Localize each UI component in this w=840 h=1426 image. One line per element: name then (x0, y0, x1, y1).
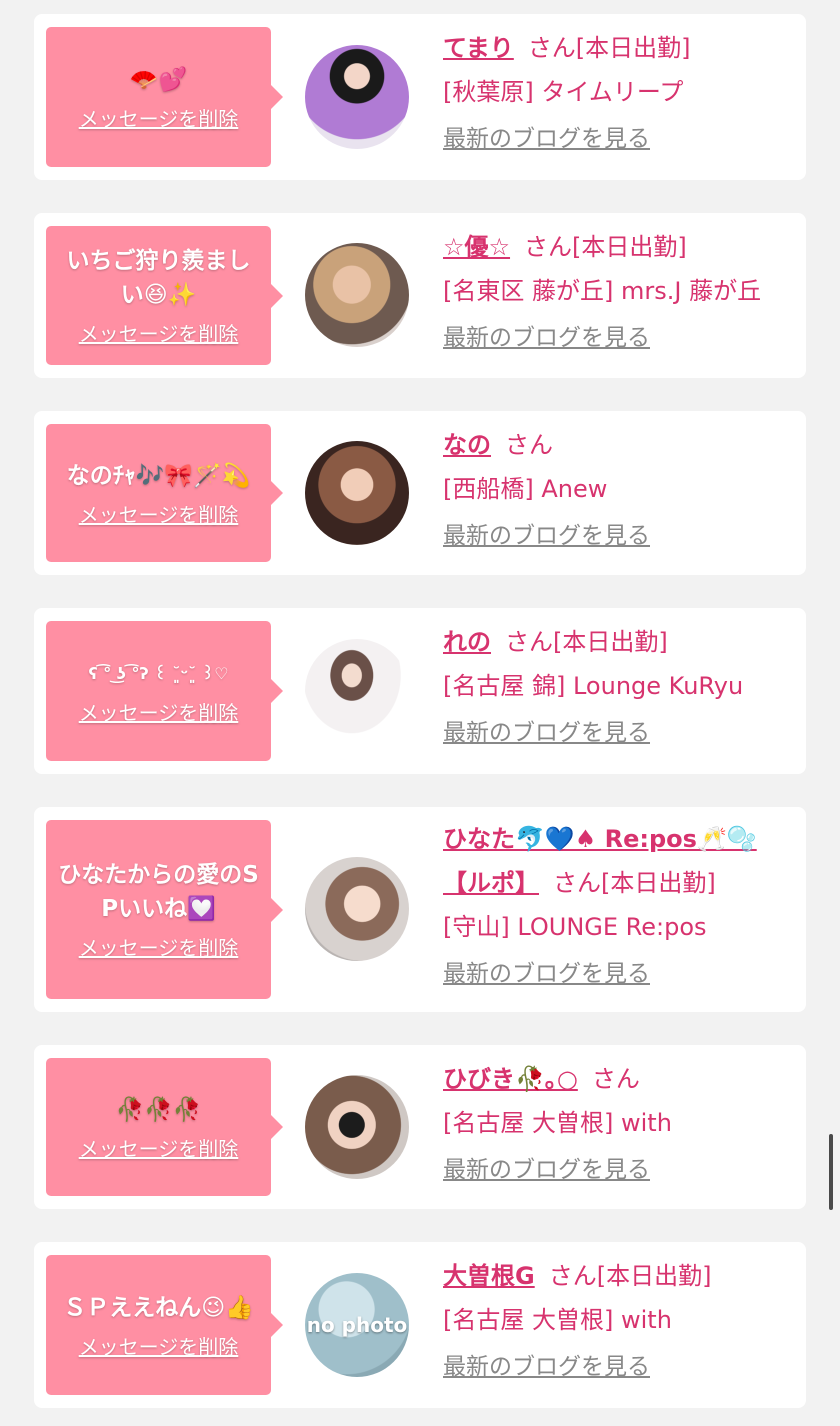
delete-message-link[interactable]: メッセージを削除 (79, 318, 239, 347)
cast-name-link[interactable]: れの (443, 628, 491, 656)
cast-name-link[interactable]: てまり (443, 34, 514, 62)
cast-info: れの さん[本日出勤] [名古屋 錦] Lounge KuRyu 最新のブログを見… (443, 620, 798, 748)
message-text: ＳＰええねん😉👍 (63, 1294, 254, 1321)
cast-name-link[interactable]: ☆優☆ (443, 233, 510, 261)
message-card: 🪭💕 メッセージを削除 てまり さん[本日出勤] [秋葉原] タイムリープ 最新の… (34, 14, 806, 180)
message-card: いちご狩り羨ましい😆✨ メッセージを削除 ☆優☆ さん[本日出勤] [名東区 藤が… (34, 213, 806, 378)
scrollbar[interactable] (829, 1134, 833, 1210)
message-text: なのﾁｬ🎶🎀🪄💫 (66, 462, 251, 489)
shop-label: [名東区 藤が丘] mrs.J 藤が丘 (443, 277, 762, 305)
message-text: 🥀🥀🥀 (115, 1096, 202, 1123)
cast-info: てまり さん[本日出勤] [秋葉原] タイムリープ 最新のブログを見る (443, 26, 798, 154)
cast-info: ひなた🐬💙♠ Re:pos🥂🫧【ルポ】 さん[本日出勤] [守山] LOUNGE … (443, 817, 798, 989)
latest-blog-link[interactable]: 最新のブログを見る (443, 521, 798, 551)
avatar[interactable] (305, 441, 409, 545)
shop-label: [名古屋 錦] Lounge KuRyu (443, 672, 744, 700)
latest-blog-link[interactable]: 最新のブログを見る (443, 1155, 798, 1185)
cast-suffix: さん (505, 431, 553, 459)
cast-suffix: さん[本日出勤] (505, 628, 668, 656)
message-text: いちご狩り羨ましい😆✨ (66, 248, 251, 308)
shop-label: [名古屋 大曽根] with (443, 1109, 672, 1137)
cast-suffix: さん[本日出勤] (548, 1262, 712, 1290)
message-bubble: ＳＰええねん😉👍 メッセージを削除 (46, 1255, 283, 1395)
cast-suffix: さん[本日出勤] (524, 233, 687, 261)
message-text: ʕ ͡° ͜ʖ ͡°ʔ ꒰ ˘͈ᵕ˘͈ ꒱♡ (88, 663, 229, 683)
shop-label: [西船橋] Anew (443, 475, 608, 503)
message-bubble: 🥀🥀🥀 メッセージを削除 (46, 1058, 283, 1196)
latest-blog-link[interactable]: 最新のブログを見る (443, 323, 798, 353)
delete-message-link[interactable]: メッセージを削除 (79, 1133, 239, 1162)
avatar[interactable] (305, 639, 409, 743)
delete-message-link[interactable]: メッセージを削除 (79, 932, 239, 961)
shop-label: [名古屋 大曽根] with (443, 1306, 672, 1334)
message-bubble: いちご狩り羨ましい😆✨ メッセージを削除 (46, 226, 283, 365)
message-card: ＳＰええねん😉👍 メッセージを削除 no photo 大曽根G さん[本日出勤] … (34, 1242, 806, 1408)
message-bubble: なのﾁｬ🎶🎀🪄💫 メッセージを削除 (46, 424, 283, 562)
message-text: 🪭💕 (129, 66, 188, 93)
delete-message-link[interactable]: メッセージを削除 (79, 499, 239, 528)
cast-info: ☆優☆ さん[本日出勤] [名東区 藤が丘] mrs.J 藤が丘 最新のブログを見… (443, 225, 798, 353)
latest-blog-link[interactable]: 最新のブログを見る (443, 959, 798, 989)
avatar[interactable] (305, 45, 409, 149)
delete-message-link[interactable]: メッセージを削除 (79, 1331, 239, 1360)
avatar[interactable] (305, 1075, 409, 1179)
latest-blog-link[interactable]: 最新のブログを見る (443, 1352, 798, 1382)
message-text: ひなたからの愛のSPいいね💟 (58, 862, 259, 922)
avatar[interactable] (305, 857, 409, 961)
cast-info: なの さん [西船橋] Anew 最新のブログを見る (443, 423, 798, 551)
cast-info: ひびき🥀｡○ さん [名古屋 大曽根] with 最新のブログを見る (443, 1057, 798, 1185)
cast-info: 大曽根G さん[本日出勤] [名古屋 大曽根] with 最新のブログを見る (443, 1254, 798, 1382)
cast-name-link[interactable]: 大曽根G (443, 1262, 535, 1290)
latest-blog-link[interactable]: 最新のブログを見る (443, 718, 798, 748)
message-bubble: ʕ ͡° ͜ʖ ͡°ʔ ꒰ ˘͈ᵕ˘͈ ꒱♡ メッセージを削除 (46, 621, 283, 761)
cast-suffix: さん[本日出勤] (527, 34, 691, 62)
message-card: ひなたからの愛のSPいいね💟 メッセージを削除 ひなた🐬💙♠ Re:pos🥂🫧【… (34, 807, 806, 1012)
message-bubble: 🪭💕 メッセージを削除 (46, 27, 283, 167)
message-card: 🥀🥀🥀 メッセージを削除 ひびき🥀｡○ さん [名古屋 大曽根] with 最新の… (34, 1045, 806, 1209)
message-bubble: ひなたからの愛のSPいいね💟 メッセージを削除 (46, 820, 283, 999)
delete-message-link[interactable]: メッセージを削除 (79, 697, 239, 726)
cast-suffix: さん (591, 1065, 640, 1093)
no-photo-label: no photo (306, 1313, 408, 1337)
message-card: なのﾁｬ🎶🎀🪄💫 メッセージを削除 なの さん [西船橋] Anew 最新のブログ… (34, 411, 806, 575)
shop-label: [秋葉原] タイムリープ (443, 78, 684, 106)
cast-suffix: さん[本日出勤] (553, 869, 716, 897)
avatar[interactable] (305, 243, 409, 347)
cast-name-link[interactable]: なの (443, 431, 491, 459)
avatar[interactable]: no photo (305, 1273, 409, 1377)
shop-label: [守山] LOUNGE Re:pos (443, 913, 707, 941)
message-card: ʕ ͡° ͜ʖ ͡°ʔ ꒰ ˘͈ᵕ˘͈ ꒱♡ メッセージを削除 れの さん[本日出… (34, 608, 806, 774)
latest-blog-link[interactable]: 最新のブログを見る (443, 124, 798, 154)
cast-name-link[interactable]: ひびき🥀｡○ (443, 1065, 578, 1093)
delete-message-link[interactable]: メッセージを削除 (79, 103, 239, 132)
